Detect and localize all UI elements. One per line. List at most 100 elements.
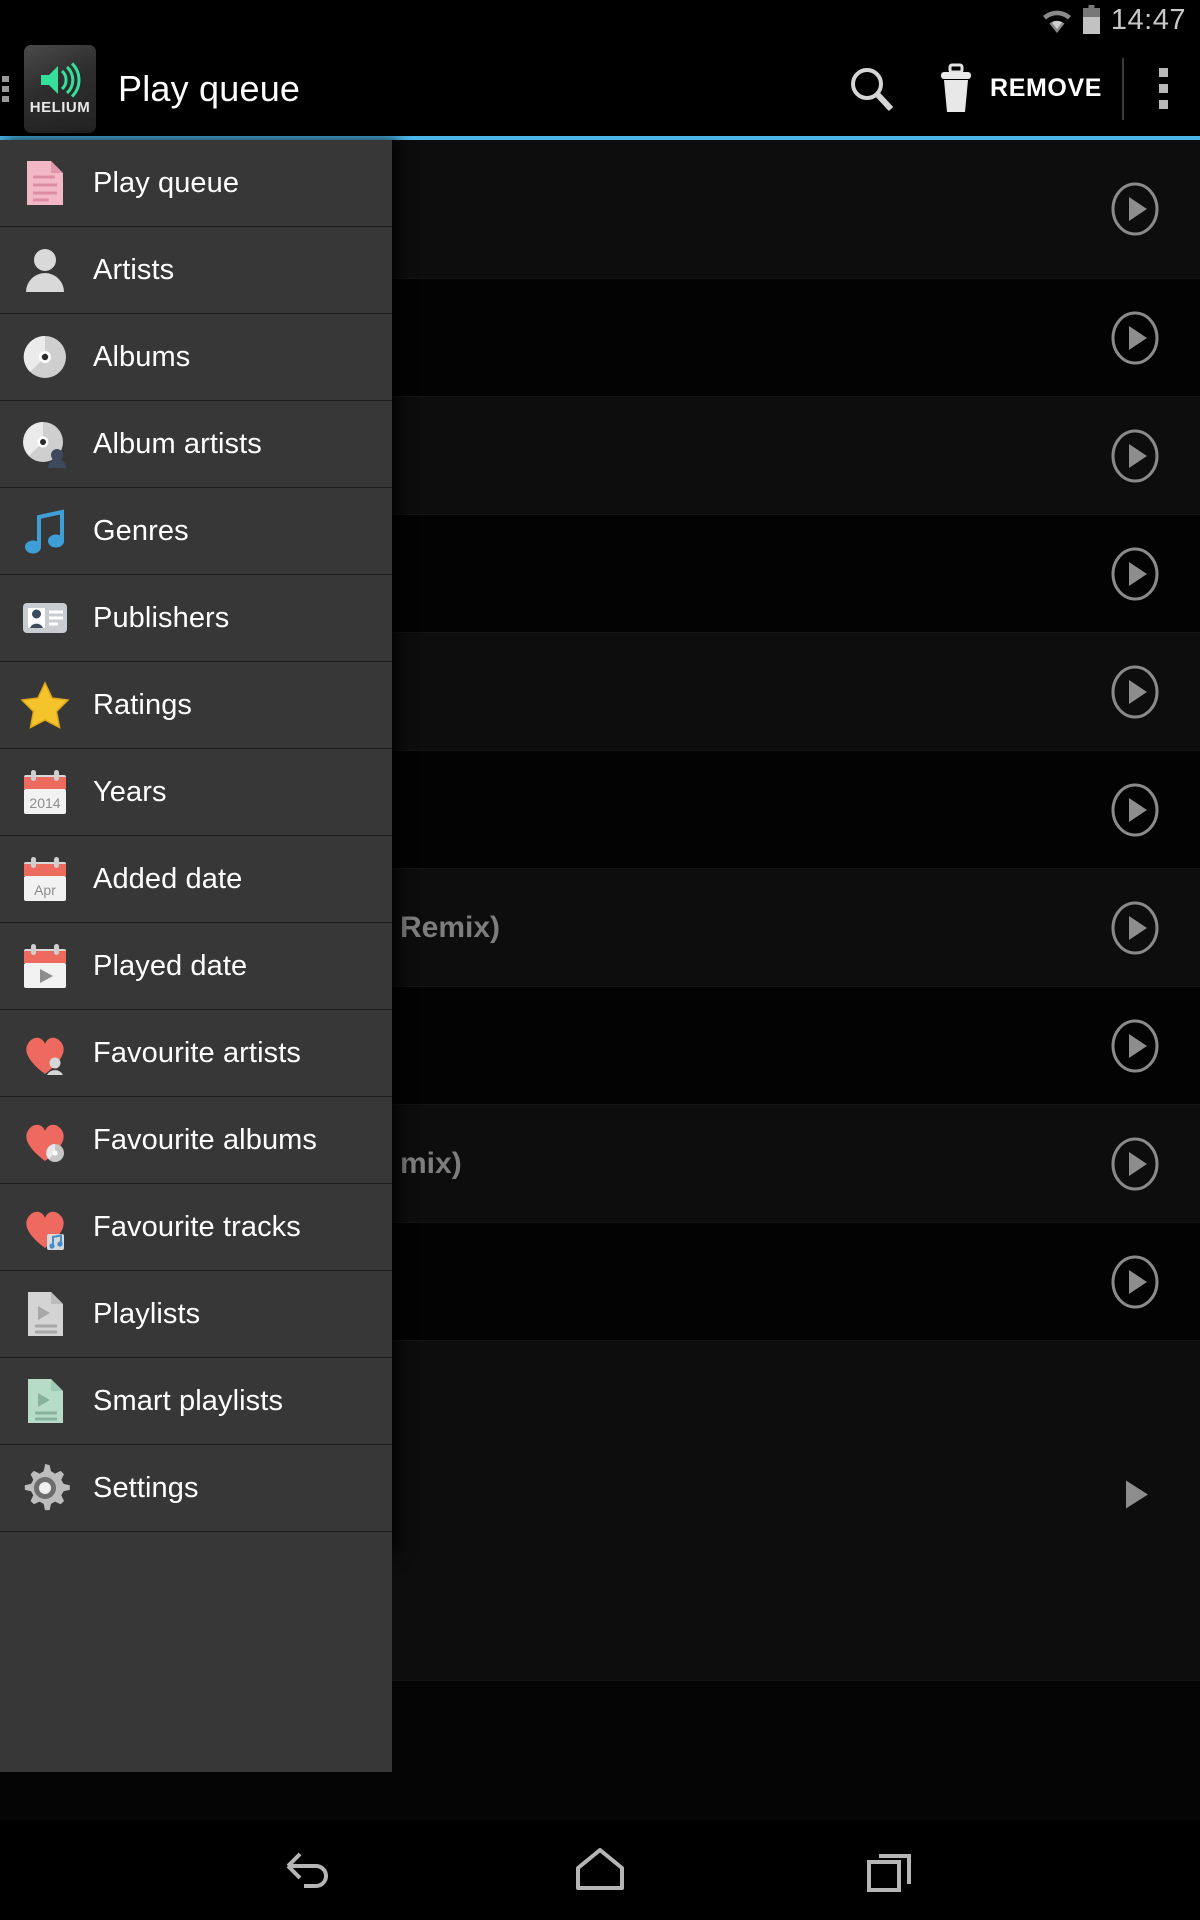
smart-playlist-icon xyxy=(14,1375,76,1427)
person-icon xyxy=(14,244,76,296)
sidebar-item-added-date[interactable]: Apr Added date xyxy=(0,836,392,923)
play-circle-icon[interactable] xyxy=(1108,311,1162,365)
action-bar: HELIUM Play queue REMOVE xyxy=(0,40,1200,137)
sidebar-item-label: Favourite albums xyxy=(93,1123,318,1156)
sidebar-item-label: Artists xyxy=(93,253,175,286)
playlist-icon xyxy=(14,1288,76,1340)
search-button[interactable] xyxy=(826,40,918,137)
music-note-icon xyxy=(25,509,64,554)
overflow-menu-button[interactable] xyxy=(1126,40,1200,137)
pink-document-icon xyxy=(27,161,63,205)
disc-person-icon xyxy=(23,422,66,468)
speaker-icon xyxy=(41,61,81,98)
play-circle-icon[interactable] xyxy=(1108,901,1162,955)
disc-icon xyxy=(23,335,66,378)
sidebar-item-publishers[interactable]: Publishers xyxy=(0,575,392,662)
sidebar-item-smart-playlists[interactable]: Smart playlists xyxy=(0,1358,392,1445)
sidebar-item-label: Favourite tracks xyxy=(93,1210,301,1243)
heart-disc-icon xyxy=(26,1124,64,1162)
page-title: Play queue xyxy=(118,67,301,109)
sidebar-item-years[interactable]: 2014 Years xyxy=(0,749,392,836)
sidebar-item-favourite-artists[interactable]: Favourite artists xyxy=(0,1010,392,1097)
play-icon[interactable] xyxy=(1108,1467,1162,1526)
drawer-empty-space xyxy=(0,1532,392,1772)
disc-icon xyxy=(14,331,76,383)
music-note-icon xyxy=(14,505,76,557)
sidebar-item-artists[interactable]: Artists xyxy=(0,227,392,314)
id-card-icon xyxy=(23,603,67,633)
play-circle-icon[interactable] xyxy=(1108,665,1162,719)
sidebar-item-label: Smart playlists xyxy=(93,1384,284,1417)
sidebar-item-genres[interactable]: Genres xyxy=(0,488,392,575)
remove-button[interactable]: REMOVE xyxy=(918,40,1120,137)
play-circle-icon[interactable] xyxy=(1108,182,1162,236)
calendar-year-icon: 2014 xyxy=(24,770,66,814)
wifi-icon xyxy=(1042,10,1071,33)
play-circle-icon[interactable] xyxy=(1108,783,1162,837)
svg-text:2014: 2014 xyxy=(29,795,60,811)
action-bar-divider xyxy=(1122,57,1124,120)
playlist-icon xyxy=(28,1292,63,1336)
heart-track-icon xyxy=(26,1211,64,1250)
sidebar-item-label: Publishers xyxy=(93,601,230,634)
navigation-drawer[interactable]: Play queue Artists Albums Album artists … xyxy=(0,140,392,1772)
calendar-year-icon: 2014 xyxy=(14,766,76,818)
home-button[interactable] xyxy=(545,1834,655,1906)
sidebar-item-albums[interactable]: Albums xyxy=(0,314,392,401)
play-circle-icon[interactable] xyxy=(1108,1137,1162,1191)
recents-button[interactable] xyxy=(837,1834,947,1906)
sidebar-item-label: Album artists xyxy=(93,427,262,460)
status-icons xyxy=(1041,5,1101,35)
calendar-month-icon: Apr xyxy=(24,857,66,901)
sidebar-item-ratings[interactable]: Ratings xyxy=(0,662,392,749)
sidebar-item-label: Years xyxy=(93,775,167,808)
status-bar: 14:47 xyxy=(0,0,1200,40)
calendar-play-icon xyxy=(14,940,76,992)
play-circle-icon[interactable] xyxy=(1108,1255,1162,1309)
play-circle-icon[interactable] xyxy=(1108,1019,1162,1073)
smart-playlist-icon xyxy=(28,1379,63,1423)
sidebar-item-play-queue[interactable]: Play queue xyxy=(0,140,392,227)
app-logo-label: HELIUM xyxy=(29,98,91,116)
sidebar-item-label: Added date xyxy=(93,862,243,895)
sidebar-item-playlists[interactable]: Playlists xyxy=(0,1271,392,1358)
trash-icon xyxy=(941,63,972,112)
sidebar-item-label: Play queue xyxy=(93,166,240,199)
calendar-play-icon xyxy=(24,944,66,988)
search-icon xyxy=(851,67,894,111)
play-circle-icon[interactable] xyxy=(1108,547,1162,601)
sidebar-item-label: Playlists xyxy=(93,1297,201,1330)
sidebar-item-label: Settings xyxy=(93,1471,199,1504)
calendar-month-icon: Apr xyxy=(14,853,76,905)
pink-document-icon xyxy=(14,157,76,209)
sidebar-item-label: Genres xyxy=(93,514,189,547)
heart-person-icon xyxy=(26,1037,64,1075)
system-nav-bar xyxy=(0,1820,1200,1920)
person-icon xyxy=(26,249,64,292)
heart-person-icon xyxy=(14,1027,76,1079)
sidebar-item-label: Ratings xyxy=(93,688,193,721)
back-button[interactable] xyxy=(253,1834,363,1906)
star-icon xyxy=(14,679,76,731)
back-icon xyxy=(286,1852,328,1888)
sidebar-item-label: Favourite artists xyxy=(93,1036,301,1069)
home-icon xyxy=(576,1848,624,1890)
play-circle-icon[interactable] xyxy=(1108,429,1162,483)
star-icon xyxy=(20,681,70,729)
id-card-icon xyxy=(14,592,76,644)
app-logo[interactable]: HELIUM xyxy=(24,44,96,133)
gear-icon xyxy=(24,1464,70,1511)
sidebar-item-album-artists[interactable]: Album artists xyxy=(0,401,392,488)
remove-label: REMOVE xyxy=(990,74,1102,102)
sidebar-item-played-date[interactable]: Played date xyxy=(0,923,392,1010)
heart-disc-icon xyxy=(14,1114,76,1166)
sidebar-item-label: Played date xyxy=(93,949,248,982)
sidebar-item-label: Albums xyxy=(93,340,191,373)
battery-icon xyxy=(1082,5,1100,34)
sidebar-item-settings[interactable]: Settings xyxy=(0,1445,392,1532)
sidebar-item-favourite-tracks[interactable]: Favourite tracks xyxy=(0,1184,392,1271)
status-clock: 14:47 xyxy=(1110,3,1186,36)
drawer-edge-indicator[interactable] xyxy=(0,69,14,109)
disc-person-icon xyxy=(14,418,76,470)
sidebar-item-favourite-albums[interactable]: Favourite albums xyxy=(0,1097,392,1184)
